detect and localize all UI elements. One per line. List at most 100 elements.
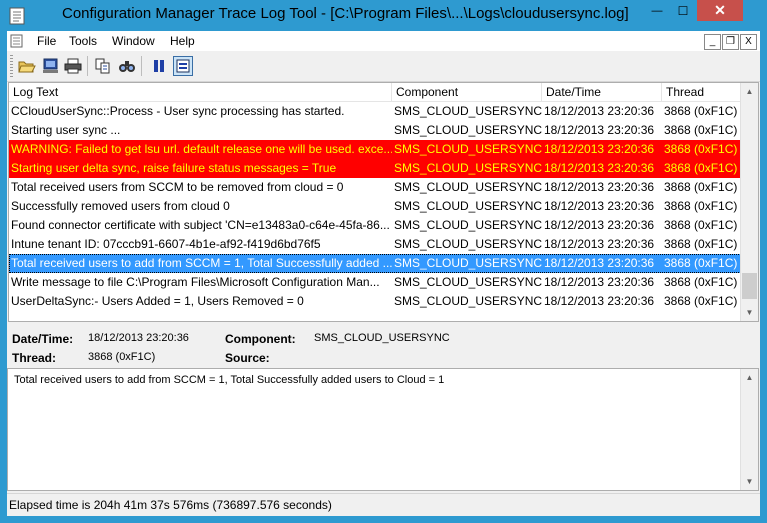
- cell-log-text: UserDeltaSync:- Users Added = 1, Users R…: [11, 294, 304, 308]
- app-icon[interactable]: [8, 6, 28, 26]
- message-box[interactable]: Total received users to add from SCCM = …: [7, 368, 759, 491]
- open-icon[interactable]: [17, 56, 37, 76]
- copy-icon[interactable]: [93, 56, 113, 76]
- details-panel: Date/Time: 18/12/2013 23:20:36 Component…: [7, 324, 760, 366]
- toolbar-grip[interactable]: [10, 55, 13, 77]
- message-scrollbar[interactable]: ▲ ▼: [740, 369, 758, 490]
- list-header: Log Text Component Date/Time Thread: [9, 83, 741, 102]
- cell-component: SMS_CLOUD_USERSYNC: [394, 104, 542, 118]
- cell-log-text: CCloudUserSync::Process - User sync proc…: [11, 104, 345, 118]
- close-button[interactable]: ✕: [697, 0, 743, 21]
- mdi-close-button[interactable]: X: [740, 34, 757, 50]
- print-icon[interactable]: [63, 56, 83, 76]
- cell-component: SMS_CLOUD_USERSYNC: [394, 237, 542, 251]
- component-value: SMS_CLOUD_USERSYNC: [314, 332, 450, 344]
- minimize-button[interactable]: —: [644, 0, 670, 21]
- cell-component: SMS_CLOUD_USERSYNC: [394, 218, 542, 232]
- table-row[interactable]: Total received users to add from SCCM = …: [9, 254, 741, 273]
- component-label: Component:: [225, 332, 296, 346]
- maximize-icon: ☐: [677, 3, 689, 18]
- cell-component: SMS_CLOUD_USERSYNC: [394, 275, 542, 289]
- cell-log-text: Starting user sync ...: [11, 123, 121, 137]
- close-icon: ✕: [714, 2, 726, 18]
- scroll-thumb[interactable]: [742, 273, 757, 299]
- cell-thread: 3868 (0xF1C): [664, 123, 738, 137]
- find-icon[interactable]: [117, 56, 137, 76]
- cell-component: SMS_CLOUD_USERSYNC: [394, 294, 542, 308]
- message-text: Total received users to add from SCCM = …: [14, 374, 445, 386]
- cell-thread: 3868 (0xF1C): [664, 218, 738, 232]
- column-header-datetime[interactable]: Date/Time: [542, 83, 662, 101]
- cell-component: SMS_CLOUD_USERSYNC: [394, 142, 542, 156]
- menu-help[interactable]: Help: [170, 34, 195, 48]
- table-row[interactable]: Intune tenant ID: 07cccb91-6607-4b1e-af9…: [9, 235, 741, 254]
- cell-log-text: Write message to file C:\Program Files\M…: [11, 275, 380, 289]
- scroll-down-arrow-icon[interactable]: ▼: [741, 304, 758, 321]
- print-preview-icon[interactable]: [41, 56, 61, 76]
- cell-thread: 3868 (0xF1C): [664, 180, 738, 194]
- message-scroll-down-icon[interactable]: ▼: [741, 473, 758, 490]
- column-header-thread[interactable]: Thread: [662, 83, 741, 101]
- client-area: File Tools Window Help _ ❐ X Log Text Co…: [7, 31, 760, 516]
- table-row[interactable]: Successfully removed users from cloud 0 S…: [9, 197, 741, 216]
- thread-value: 3868 (0xF1C): [88, 351, 156, 363]
- cell-datetime: 18/12/2013 23:20:36: [544, 199, 655, 213]
- cell-log-text: Successfully removed users from cloud 0: [11, 199, 230, 213]
- status-bar: Elapsed time is 204h 41m 37s 576ms (7368…: [7, 493, 760, 516]
- document-icon[interactable]: [10, 34, 24, 48]
- thread-label: Thread:: [12, 351, 57, 365]
- source-label: Source:: [225, 351, 270, 365]
- cell-datetime: 18/12/2013 23:20:36: [544, 180, 655, 194]
- app-window: Configuration Manager Trace Log Tool - […: [0, 0, 767, 523]
- table-row[interactable]: UserDeltaSync:- Users Added = 1, Users R…: [9, 292, 741, 311]
- pause-icon[interactable]: [149, 56, 169, 76]
- cell-thread: 3868 (0xF1C): [664, 161, 738, 175]
- cell-datetime: 18/12/2013 23:20:36: [544, 123, 655, 137]
- mdi-minimize-button[interactable]: _: [704, 34, 721, 50]
- cell-log-text: Intune tenant ID: 07cccb91-6607-4b1e-af9…: [11, 237, 321, 251]
- vertical-scrollbar[interactable]: ▲ ▼: [740, 83, 758, 321]
- cell-thread: 3868 (0xF1C): [664, 256, 738, 270]
- cell-thread: 3868 (0xF1C): [664, 104, 738, 118]
- cell-component: SMS_CLOUD_USERSYNC: [394, 256, 542, 270]
- cell-thread: 3868 (0xF1C): [664, 294, 738, 308]
- datetime-label: Date/Time:: [12, 332, 74, 346]
- table-row[interactable]: Found connector certificate with subject…: [9, 216, 741, 235]
- mdi-restore-button[interactable]: ❐: [722, 34, 739, 50]
- minimize-icon: —: [651, 4, 663, 17]
- column-header-component[interactable]: Component: [392, 83, 542, 101]
- message-scroll-up-icon[interactable]: ▲: [741, 369, 758, 386]
- column-header-log-text[interactable]: Log Text: [9, 83, 392, 101]
- menu-file[interactable]: File: [37, 34, 56, 48]
- status-text: Elapsed time is 204h 41m 37s 576ms (7368…: [9, 498, 332, 512]
- cell-datetime: 18/12/2013 23:20:36: [544, 142, 655, 156]
- table-row[interactable]: Total received users from SCCM to be rem…: [9, 178, 741, 197]
- maximize-button[interactable]: ☐: [670, 0, 696, 21]
- menu-tools[interactable]: Tools: [69, 34, 97, 48]
- cell-log-text: Total received users from SCCM to be rem…: [11, 180, 344, 194]
- table-row[interactable]: WARNING: Failed to get lsu url. default …: [9, 140, 741, 159]
- cell-log-text: Starting user delta sync, raise failure …: [11, 161, 337, 175]
- cell-component: SMS_CLOUD_USERSYNC: [394, 123, 542, 137]
- table-row[interactable]: Write message to file C:\Program Files\M…: [9, 273, 741, 292]
- table-row[interactable]: CCloudUserSync::Process - User sync proc…: [9, 102, 741, 121]
- cell-component: SMS_CLOUD_USERSYNC: [394, 180, 542, 194]
- scroll-up-arrow-icon[interactable]: ▲: [741, 83, 758, 100]
- toolbar-separator-2: [141, 56, 142, 76]
- cell-datetime: 18/12/2013 23:20:36: [544, 161, 655, 175]
- cell-datetime: 18/12/2013 23:20:36: [544, 294, 655, 308]
- table-row[interactable]: Starting user sync ... SMS_CLOUD_USERSYNC…: [9, 121, 741, 140]
- menu-bar: File Tools Window Help _ ❐ X: [7, 31, 760, 51]
- cell-log-text: Found connector certificate with subject…: [11, 218, 390, 232]
- cell-thread: 3868 (0xF1C): [664, 199, 738, 213]
- window-title: Configuration Manager Trace Log Tool - […: [62, 5, 629, 22]
- log-list[interactable]: Log Text Component Date/Time Thread CClo…: [8, 82, 759, 322]
- highlight-icon[interactable]: [173, 56, 193, 76]
- title-bar[interactable]: Configuration Manager Trace Log Tool - […: [0, 0, 767, 31]
- cell-component: SMS_CLOUD_USERSYNC: [394, 199, 542, 213]
- menu-window[interactable]: Window: [112, 34, 155, 48]
- toolbar-separator: [87, 56, 88, 76]
- datetime-value: 18/12/2013 23:20:36: [88, 332, 189, 344]
- table-row[interactable]: Starting user delta sync, raise failure …: [9, 159, 741, 178]
- cell-log-text: Total received users to add from SCCM = …: [11, 256, 392, 270]
